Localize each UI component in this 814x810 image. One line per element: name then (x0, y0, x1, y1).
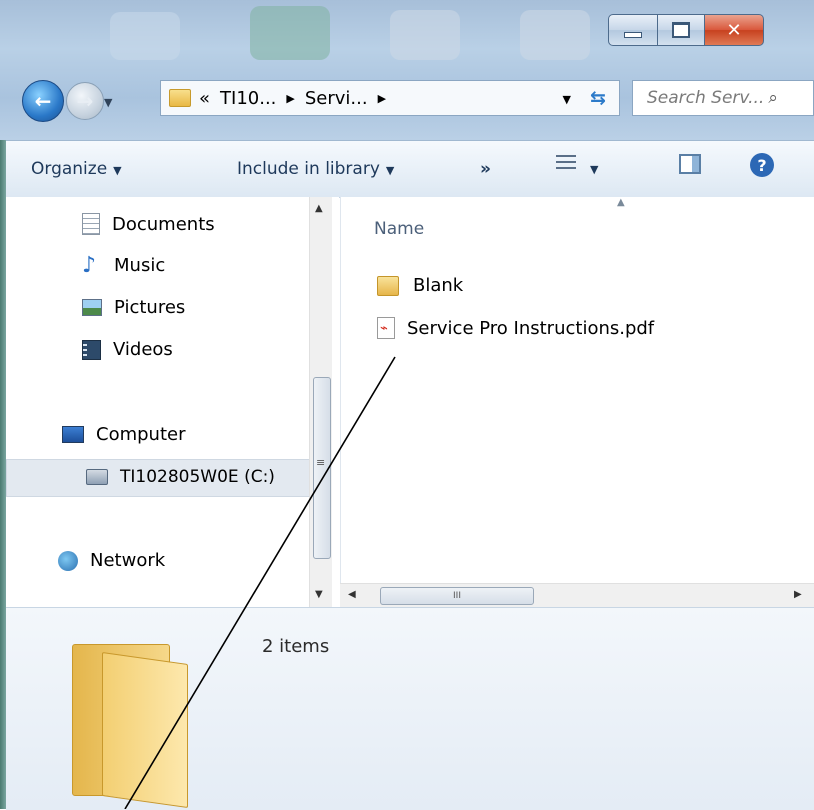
more-commands-button[interactable]: » (480, 159, 491, 179)
column-header-name[interactable]: Name (374, 219, 424, 239)
network-icon (58, 550, 78, 571)
folder-icon (169, 89, 191, 107)
close-icon: ✕ (726, 19, 742, 41)
nav-pane-scrollbar[interactable]: ▲ ≡ ▼ (309, 197, 332, 607)
breadcrumb-overflow[interactable]: « (199, 88, 210, 109)
details-view-icon (556, 155, 576, 173)
scroll-down-icon[interactable]: ▼ (315, 589, 323, 600)
scroll-left-icon[interactable]: ◀ (348, 589, 356, 600)
search-placeholder: Search Serv... (647, 88, 765, 108)
nav-item-network[interactable]: Network (58, 550, 165, 571)
nav-item-label: Network (90, 550, 166, 571)
forward-arrow-icon: → (76, 89, 94, 113)
back-arrow-icon: ← (34, 89, 52, 113)
recent-pages-dropdown[interactable]: ▼ (104, 96, 112, 109)
file-name: Service Pro Instructions.pdf (407, 317, 655, 339)
music-icon: ♪ (82, 252, 97, 278)
chevron-down-icon: ▼ (385, 164, 395, 177)
pictures-icon (82, 299, 102, 316)
pdf-icon: ⌁ (377, 317, 395, 339)
search-icon: ⌕ (768, 88, 778, 108)
scroll-thumb[interactable]: ≡ (313, 377, 331, 559)
file-list: ▲ Name Blank ⌁ Service Pro Instructions.… (340, 197, 814, 587)
nav-item-label: Documents (112, 213, 215, 235)
list-item[interactable]: Blank (377, 275, 463, 296)
address-bar[interactable]: « TI10... ▶ Servi... ▶ ▼ (160, 80, 620, 116)
folder-large-icon (72, 644, 190, 809)
navigation-pane: Documents ♪ Music Pictures Videos Comput… (6, 197, 339, 607)
refresh-button[interactable]: ⇆ (578, 82, 618, 114)
command-bar: Organize ▼ Include in library ▼ » ▼ ? (6, 140, 814, 198)
help-button[interactable]: ? (750, 153, 774, 177)
sort-ascending-icon: ▲ (617, 197, 625, 208)
computer-icon (62, 426, 84, 443)
details-pane (6, 607, 814, 810)
caption-buttons: ✕ (608, 14, 764, 46)
grip-icon: III (453, 591, 461, 601)
file-name: Blank (413, 275, 464, 296)
grip-icon: ≡ (316, 456, 326, 469)
folder-icon (377, 275, 399, 296)
background-tile (390, 10, 460, 60)
breadcrumb-separator-icon[interactable]: ▶ (378, 92, 386, 105)
nav-item-label: Pictures (114, 297, 186, 318)
list-item[interactable]: ⌁ Service Pro Instructions.pdf (377, 317, 654, 339)
preview-pane-button[interactable] (679, 154, 701, 179)
scroll-thumb[interactable]: III (380, 587, 534, 605)
help-icon: ? (750, 153, 774, 177)
breadcrumb-separator-icon[interactable]: ▶ (286, 92, 294, 105)
maximize-icon (672, 22, 690, 38)
include-label: Include in library (237, 159, 380, 179)
minimize-icon (624, 32, 642, 38)
change-view-button[interactable]: ▼ (556, 155, 598, 178)
organize-label: Organize (31, 159, 108, 179)
file-list-scrollbar[interactable]: ◀ III ▶ (340, 583, 814, 608)
videos-icon (82, 339, 101, 360)
nav-item-drive-c[interactable]: TI102805W0E (C:) (86, 467, 275, 487)
nav-item-pictures[interactable]: Pictures (82, 297, 185, 318)
refresh-icon: ⇆ (590, 87, 606, 109)
forward-button[interactable]: → (66, 82, 104, 120)
background-tile (110, 12, 180, 60)
chevron-down-icon: ▼ (590, 163, 599, 176)
close-button[interactable]: ✕ (705, 14, 764, 46)
documents-icon (82, 213, 100, 235)
nav-item-label: TI102805W0E (C:) (120, 467, 275, 487)
scroll-up-icon[interactable]: ▲ (315, 203, 323, 214)
preview-pane-icon (679, 154, 701, 174)
scroll-right-icon[interactable]: ▶ (794, 589, 802, 600)
organize-menu[interactable]: Organize ▼ (31, 159, 122, 179)
breadcrumb-ti10[interactable]: TI10... (220, 88, 276, 109)
include-in-library-menu[interactable]: Include in library ▼ (237, 159, 394, 179)
background-tile (520, 10, 590, 60)
item-count: 2 items (262, 636, 330, 657)
drive-icon (86, 469, 108, 485)
minimize-button[interactable] (608, 14, 658, 46)
nav-item-computer[interactable]: Computer (62, 424, 185, 445)
nav-item-label: Music (114, 255, 166, 276)
back-button[interactable]: ← (22, 80, 64, 122)
nav-item-videos[interactable]: Videos (82, 339, 173, 360)
nav-item-documents[interactable]: Documents (82, 213, 215, 235)
maximize-button[interactable] (658, 14, 705, 46)
nav-item-label: Computer (96, 424, 186, 445)
nav-item-label: Videos (113, 339, 173, 360)
address-dropdown-icon[interactable]: ▼ (563, 93, 571, 106)
search-input[interactable]: Search Serv... ⌕ (632, 80, 814, 116)
nav-item-music[interactable]: ♪ Music (82, 252, 166, 278)
chevron-down-icon: ▼ (113, 164, 122, 177)
background-tile (250, 6, 330, 60)
breadcrumb-service[interactable]: Servi... (305, 88, 368, 109)
